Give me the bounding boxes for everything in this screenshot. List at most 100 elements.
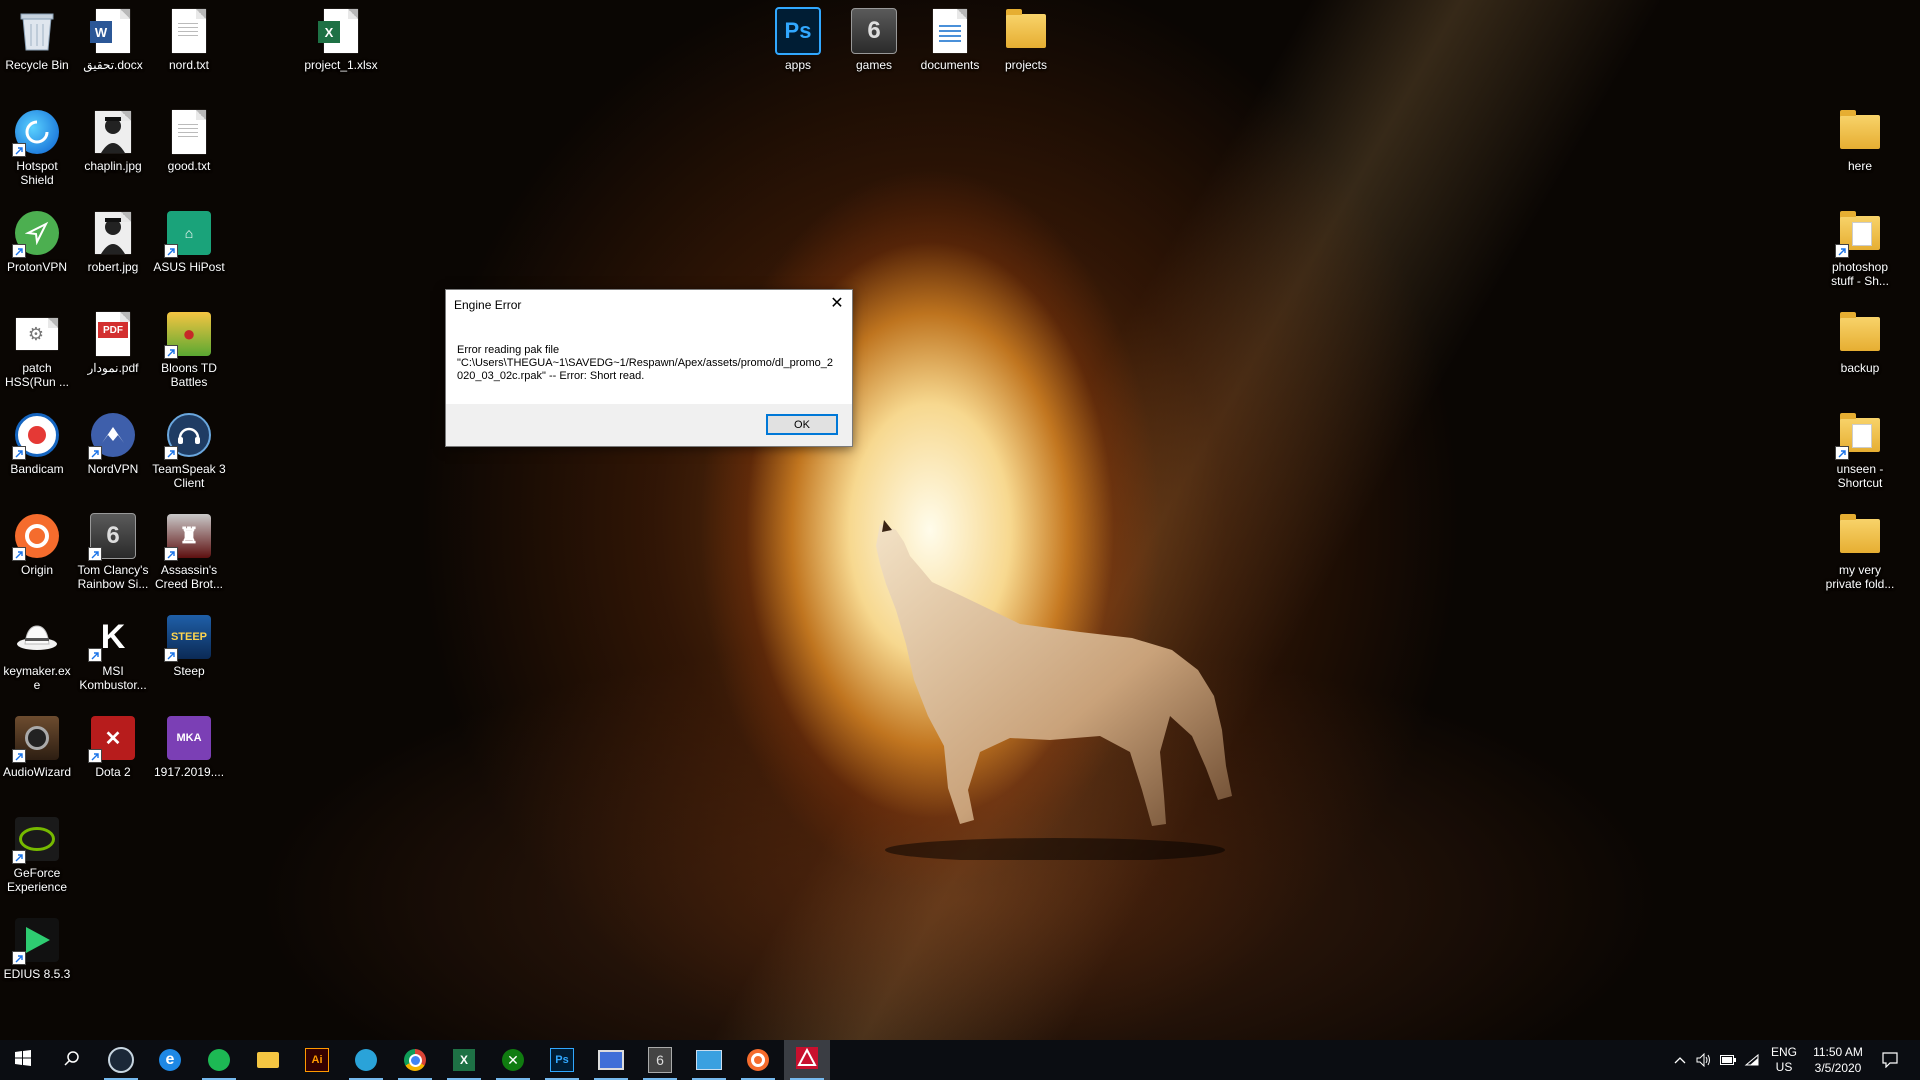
shortcut-arrow-icon (164, 244, 178, 258)
desktop-icon-left-19[interactable]: keymaker.exe (0, 614, 74, 692)
taskbar-search-button[interactable] (49, 1040, 95, 1080)
desktop-icon-right-3[interactable]: unseen - Shortcut (1823, 412, 1897, 490)
recycle-bin-icon (14, 8, 60, 54)
taskbar-apex-legends-button[interactable] (784, 1040, 830, 1080)
taskbar-remote-desktop-button[interactable] (588, 1040, 634, 1080)
desktop-icon-left-24[interactable]: MKA 1917.2019.... (152, 715, 226, 779)
desktop-icon-top-2[interactable]: documents (913, 8, 987, 72)
desktop-icon-top-1[interactable]: 6 games (837, 8, 911, 72)
desktop-icon-left-0[interactable]: Recycle Bin (0, 8, 74, 72)
taskbar-file-explorer-button[interactable] (245, 1040, 291, 1080)
desktop-icon-left-2[interactable]: nord.txt (152, 8, 226, 72)
desktop-icon-left-21[interactable]: STEEP Steep (152, 614, 226, 678)
teamspeak-icon (164, 412, 212, 460)
taskbar-start-button[interactable] (0, 1040, 46, 1080)
taskbar-steam-button[interactable] (98, 1040, 144, 1080)
audiowizard-icon (12, 715, 60, 763)
desktop-icon-label: ASUS HiPost (153, 260, 225, 274)
msi-kombustor-icon: K (88, 614, 136, 662)
spotify-icon (208, 1049, 230, 1071)
region-label: US (1775, 1060, 1793, 1074)
taskbar-chrome-button[interactable] (392, 1040, 438, 1080)
desktop-icon-left-14[interactable]: NordVPN (76, 412, 150, 476)
desktop-icon-left-9[interactable]: ⌂ ASUS HiPost (152, 210, 226, 274)
desktop-icon-left-10[interactable]: ⚙ patch HSS(Run ... (0, 311, 74, 389)
desktop-icon-left-18[interactable]: ♜ Assassin's Creed Brot... (152, 513, 226, 591)
desktop-icon-left-7[interactable]: ProtonVPN (0, 210, 74, 274)
folder-shortcut-icon (1835, 210, 1883, 258)
dota2-icon: ✕ (88, 715, 136, 763)
desktop-icon-label: patch HSS(Run ... (4, 361, 70, 389)
desktop-icon-label: Bandicam (10, 462, 64, 476)
taskbar-control-panel-button[interactable] (686, 1040, 732, 1080)
keymaker-icon (14, 614, 60, 660)
taskbar-illustrator-button[interactable]: Ai (294, 1040, 340, 1080)
desktop-icon-left-6[interactable]: good.txt (152, 109, 226, 173)
shortcut-arrow-icon (164, 446, 178, 460)
asus-hipost-icon: ⌂ (164, 210, 212, 258)
desktop-icon-left-23[interactable]: ✕ Dota 2 (76, 715, 150, 779)
desktop-icon-left-25[interactable]: GeForce Experience (0, 816, 74, 894)
desktop-icon-left-16[interactable]: Origin (0, 513, 74, 577)
taskbar-xbox-button[interactable]: ✕ (490, 1040, 536, 1080)
dialog-title: Engine Error (454, 298, 522, 312)
taskbar-spotify-button[interactable] (196, 1040, 242, 1080)
protonvpn-icon (12, 210, 60, 258)
pdf-file-icon: PDF (90, 311, 136, 357)
desktop-icon-label: MSI Kombustor... (79, 664, 147, 692)
desktop-icon-label: 1917.2019.... (153, 765, 225, 779)
bandicam-icon (12, 412, 60, 460)
taskbar: e Ai X ✕ Ps 6 ENG US 11:50 AM 3/5/2020 (0, 1040, 1920, 1080)
photoshop-icon: Ps (550, 1048, 574, 1072)
desktop-icon-label: documents (920, 58, 980, 72)
language-indicator[interactable]: ENG US (1764, 1040, 1804, 1080)
shortcut-arrow-icon (88, 446, 102, 460)
desktop-icon-left-15[interactable]: TeamSpeak 3 Client (152, 412, 226, 490)
show-hidden-icons-icon[interactable] (1670, 1040, 1690, 1080)
desktop-icon-right-4[interactable]: my very private fold... (1823, 513, 1897, 591)
taskbar-edge-button[interactable]: e (147, 1040, 193, 1080)
desktop-icon-label: games (855, 58, 893, 72)
desktop-icon-left-8[interactable]: robert.jpg (76, 210, 150, 274)
taskbar-rainbow-six-button[interactable]: 6 (637, 1040, 683, 1080)
volume-icon[interactable] (1692, 1040, 1716, 1080)
desktop-icon-top-0[interactable]: Ps apps (761, 7, 835, 72)
desktop-icon-left-3[interactable]: Xproject_1.xlsx (304, 8, 378, 72)
wifi-icon[interactable] (1740, 1040, 1764, 1080)
taskbar-telegram-button[interactable] (343, 1040, 389, 1080)
shortcut-arrow-icon (1835, 446, 1849, 460)
taskbar-origin-button[interactable] (735, 1040, 781, 1080)
rainbow-six-icon: 6 (648, 1047, 672, 1073)
desktop-icon-left-12[interactable]: ● Bloons TD Battles (152, 311, 226, 389)
desktop-icon-left-17[interactable]: 6 Tom Clancy's Rainbow Si... (76, 513, 150, 591)
desktop-icon-left-5[interactable]: chaplin.jpg (76, 109, 150, 173)
desktop-icon-left-13[interactable]: Bandicam (0, 412, 74, 476)
desktop-icon-left-11[interactable]: PDF نمودار.pdf (76, 311, 150, 375)
desktop-icon-left-4[interactable]: Hotspot Shield (0, 109, 74, 187)
desktop-icon-right-0[interactable]: here (1823, 109, 1897, 173)
shortcut-arrow-icon (88, 648, 102, 662)
desktop-icon-right-2[interactable]: backup (1823, 311, 1897, 375)
shortcut-arrow-icon (1835, 244, 1849, 258)
rainbow-six-icon: 6 (88, 513, 136, 561)
desktop-icon-left-1[interactable]: W تحقیق.docx (76, 8, 150, 72)
steam-icon (108, 1047, 134, 1073)
wolf-wallpaper-figure (876, 520, 1232, 860)
taskbar-excel-button[interactable]: X (441, 1040, 487, 1080)
shortcut-arrow-icon (12, 951, 26, 965)
desktop-icon-right-1[interactable]: photoshop stuff - Sh... (1823, 210, 1897, 288)
clock[interactable]: 11:50 AM 3/5/2020 (1806, 1040, 1870, 1080)
desktop-icon-top-3[interactable]: projects (989, 8, 1063, 72)
action-center-icon[interactable] (1870, 1040, 1910, 1080)
xbox-icon: ✕ (502, 1049, 524, 1071)
taskbar-photoshop-button[interactable]: Ps (539, 1040, 585, 1080)
desktop-icon-left-26[interactable]: EDIUS 8.5.3 (0, 917, 74, 981)
close-icon[interactable]: ✕ (822, 290, 852, 316)
desktop-icon-left-20[interactable]: K MSI Kombustor... (76, 614, 150, 693)
desktop-icon-label: Bloons TD Battles (161, 361, 217, 389)
remote-desktop-icon (598, 1050, 624, 1070)
desktop-icon-left-22[interactable]: AudioWizard (0, 715, 74, 779)
battery-icon[interactable] (1716, 1040, 1740, 1080)
desktop-icon-label: keymaker.exe (3, 664, 71, 692)
ok-button[interactable]: OK (766, 414, 838, 435)
